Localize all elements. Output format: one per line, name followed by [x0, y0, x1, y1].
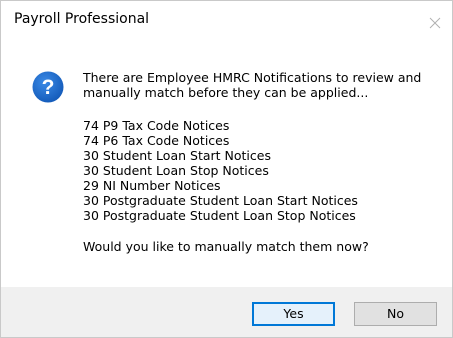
yes-button[interactable]: Yes — [252, 302, 335, 326]
message-dialog: Payroll Professional ? There are Employe… — [0, 0, 453, 338]
close-button[interactable] — [422, 1, 452, 39]
notice-item-pg-loan-start: 30 Postgraduate Student Loan Start Notic… — [83, 193, 358, 208]
notice-item-pg-loan-stop: 30 Postgraduate Student Loan Stop Notice… — [83, 208, 356, 223]
window-title: Payroll Professional — [14, 11, 150, 27]
notice-item-student-loan-start: 30 Student Loan Start Notices — [83, 148, 271, 163]
close-icon — [429, 17, 441, 29]
notice-item-ni-number: 29 NI Number Notices — [83, 178, 221, 193]
question-icon: ? — [32, 71, 64, 103]
notice-item-student-loan-stop: 30 Student Loan Stop Notices — [83, 163, 269, 178]
no-button[interactable]: No — [354, 302, 437, 326]
message-intro: There are Employee HMRC Notifications to… — [83, 70, 422, 100]
message-body: There are Employee HMRC Notifications to… — [83, 70, 443, 254]
dialog-content: ? There are Employee HMRC Notifications … — [1, 45, 452, 287]
notice-item-p9: 74 P9 Tax Code Notices — [83, 118, 230, 133]
message-question: Would you like to manually match them no… — [83, 239, 369, 254]
notice-item-p6: 74 P6 Tax Code Notices — [83, 133, 230, 148]
title-bar: Payroll Professional — [1, 1, 452, 45]
button-bar: Yes No — [1, 287, 452, 337]
svg-text:?: ? — [42, 76, 55, 99]
notice-list: 74 P9 Tax Code Notices 74 P6 Tax Code No… — [83, 118, 443, 223]
